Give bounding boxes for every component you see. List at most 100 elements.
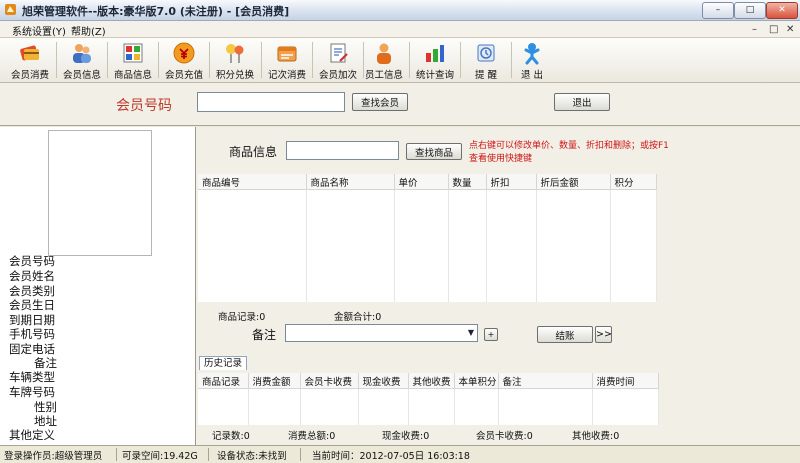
toolbar-label: 统计查询 xyxy=(415,70,454,81)
goods-search-input[interactable] xyxy=(286,141,399,160)
member-number-input[interactable] xyxy=(197,92,345,112)
goods-col-code[interactable]: 商品编号 xyxy=(198,174,307,190)
history-col-amount[interactable]: 消费金额 xyxy=(248,373,301,389)
exit-icon xyxy=(524,43,540,65)
member-number-label: 会员号码 xyxy=(116,98,172,114)
goods-record-count: 商品记录:0 xyxy=(218,312,266,323)
status-bar: 登录操作员:超级管理员 可录空间:19.42G 设备状态:未找到 当前时间：20… xyxy=(0,445,800,463)
history-col-goods-record[interactable]: 商品记录 xyxy=(198,373,249,389)
toolbar-product-info[interactable]: 商品信息 xyxy=(108,40,158,81)
menu-bar: 系统设置(Y) 帮助(Z) – □ ✕ xyxy=(0,21,800,38)
goods-info-label: 商品信息 xyxy=(229,145,278,159)
member-info-icon xyxy=(73,44,91,63)
history-table[interactable]: 商品记录 消费金额 会员卡收费 现金收费 其他收费 本单积分 备注 消费时间 xyxy=(198,373,659,425)
remark-select[interactable]: ▼ xyxy=(285,324,478,342)
goods-amount-total: 金额合计:0 xyxy=(334,312,382,323)
goods-col-price[interactable]: 单价 xyxy=(394,174,449,190)
history-col-card-charge[interactable]: 会员卡收费 xyxy=(300,373,359,389)
toolbar-label: 会员加次 xyxy=(318,70,357,81)
goods-col-points[interactable]: 积分 xyxy=(610,174,657,190)
toolbar-count-consume[interactable]: 记次消费 xyxy=(262,40,312,81)
goods-col-qty[interactable]: 数量 xyxy=(448,174,487,190)
checkout-button[interactable]: 结账 xyxy=(537,326,593,343)
goods-table[interactable]: 商品编号 商品名称 单价 数量 折扣 折后金额 积分 xyxy=(198,174,657,302)
maximize-button[interactable]: □ xyxy=(734,2,766,19)
field-member-number: 会员号码 xyxy=(9,254,55,268)
toolbar-points-exchange[interactable]: 积分兑换 xyxy=(210,40,260,81)
table-row xyxy=(198,189,657,302)
close-button[interactable]: ✕ xyxy=(766,2,798,19)
field-custom: 其他定义 xyxy=(9,428,55,442)
toolbar-label: 会员充值 xyxy=(164,70,203,81)
toolbar-member-consume[interactable]: 会员消费 xyxy=(5,40,55,81)
status-device: 设备状态:未找到 xyxy=(217,451,287,462)
toolbar-statistics[interactable]: 统计查询 xyxy=(410,40,460,81)
exit-button[interactable]: 退出 xyxy=(554,93,610,111)
history-col-cash-charge[interactable]: 现金收费 xyxy=(358,373,409,389)
goods-col-discounted-amount[interactable]: 折后金额 xyxy=(536,174,611,190)
toolbar-label: 记次消费 xyxy=(267,70,306,81)
status-current-time: 当前时间：2012-07-05日 16:03:18 xyxy=(312,451,470,462)
status-operator: 登录操作员:超级管理员 xyxy=(4,451,103,462)
goods-col-discount[interactable]: 折扣 xyxy=(486,174,537,190)
toolbar: 会员消费 会员信息 商品信息 会员充值 积分兑换 记次消费 会员加次 员工信息 … xyxy=(0,38,800,83)
find-member-button[interactable]: 查找会员 xyxy=(352,93,408,111)
field-member-name: 会员姓名 xyxy=(9,269,55,283)
toolbar-label: 提 醒 xyxy=(474,70,498,81)
toolbar-member-add-count[interactable]: 会员加次 xyxy=(313,40,363,81)
toolbar-label: 会员信息 xyxy=(62,70,101,81)
member-search-bar: 会员号码 查找会员 退出 xyxy=(0,83,800,126)
field-mobile: 手机号码 xyxy=(9,327,55,341)
history-col-remark[interactable]: 备注 xyxy=(498,373,593,389)
add-remark-button[interactable]: + xyxy=(484,328,498,341)
staff-info-icon xyxy=(377,43,391,64)
history-other-charge: 其他收费:0 xyxy=(572,431,620,442)
remark-label: 备注 xyxy=(252,328,277,342)
usage-hint: 点右键可以修改单价、数量、折扣和删除；或按F1查看使用快捷键 xyxy=(469,141,669,164)
status-separator xyxy=(300,448,301,461)
member-photo xyxy=(48,130,152,256)
toolbar-exit[interactable]: 退 出 xyxy=(507,40,557,81)
history-col-other-charge[interactable]: 其他收费 xyxy=(408,373,455,389)
tab-history[interactable]: 历史记录 xyxy=(199,356,247,370)
history-col-time[interactable]: 消费时间 xyxy=(592,373,659,389)
reminder-icon xyxy=(477,44,495,62)
app-icon xyxy=(5,4,16,15)
history-cash-charge: 现金收费:0 xyxy=(382,431,430,442)
toolbar-label: 退 出 xyxy=(520,70,544,81)
field-member-birthday: 会员生日 xyxy=(9,298,55,312)
child-restore-button[interactable]: □ xyxy=(769,24,778,35)
toolbar-label: 商品信息 xyxy=(113,70,152,81)
toolbar-member-recharge[interactable]: 会员充值 xyxy=(159,40,209,81)
child-minimize-button[interactable]: – xyxy=(752,24,757,35)
product-info-icon xyxy=(123,43,143,63)
status-separator xyxy=(116,448,117,461)
toolbar-staff-info[interactable]: 员工信息 xyxy=(359,40,409,81)
field-plate-number: 车牌号码 xyxy=(9,385,55,399)
menu-system-settings[interactable]: 系统设置(Y) xyxy=(12,23,66,38)
more-button[interactable]: >> xyxy=(595,326,612,343)
points-exchange-icon xyxy=(226,44,244,63)
toolbar-label: 积分兑换 xyxy=(215,70,254,81)
count-consume-icon xyxy=(277,46,297,62)
toolbar-reminder[interactable]: 提 醒 xyxy=(461,40,511,81)
minimize-button[interactable]: – xyxy=(702,2,734,19)
statistics-icon xyxy=(426,45,444,62)
status-separator xyxy=(208,448,209,461)
toolbar-label: 会员消费 xyxy=(10,70,49,81)
history-col-points[interactable]: 本单积分 xyxy=(454,373,499,389)
child-close-button[interactable]: ✕ xyxy=(786,24,794,35)
field-vehicle-type: 车辆类型 xyxy=(9,370,55,384)
history-card-charge: 会员卡收费:0 xyxy=(476,431,533,442)
history-total-amount: 消费总额:0 xyxy=(288,431,336,442)
window-title: 旭荣管理软件--版本:豪华版7.0 (未注册) - [会员消费] xyxy=(22,5,290,18)
dropdown-arrow-icon[interactable]: ▼ xyxy=(468,328,474,337)
toolbar-member-info[interactable]: 会员信息 xyxy=(57,40,107,81)
member-recharge-icon xyxy=(173,42,195,64)
history-record-count: 记录数:0 xyxy=(212,431,250,442)
find-goods-button[interactable]: 查找商品 xyxy=(406,143,462,160)
member-add-count-icon xyxy=(330,43,348,63)
goods-col-name[interactable]: 商品名称 xyxy=(306,174,395,190)
menu-help[interactable]: 帮助(Z) xyxy=(71,23,106,38)
title-bar: 旭荣管理软件--版本:豪华版7.0 (未注册) - [会员消费] – □ ✕ xyxy=(0,0,800,21)
